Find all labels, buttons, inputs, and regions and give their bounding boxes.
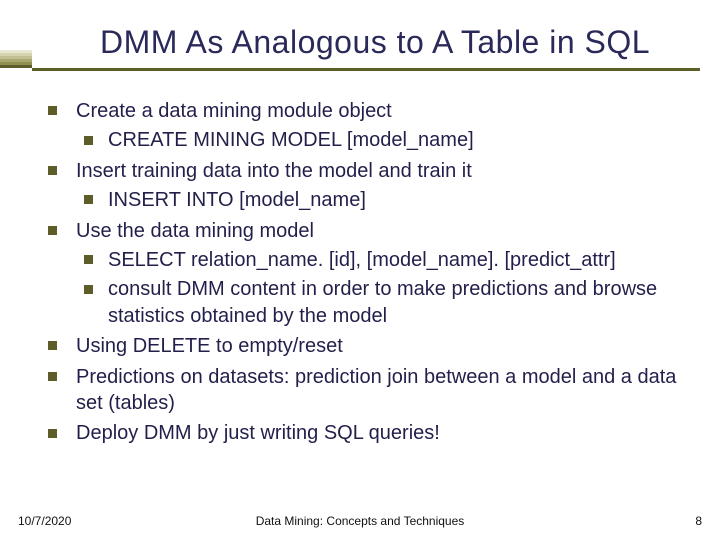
bullet-text: Use the data mining model <box>76 220 314 242</box>
bullet-text: Insert training data into the model and … <box>76 160 472 182</box>
footer: 10/7/2020 Data Mining: Concepts and Tech… <box>0 514 720 528</box>
bullet-item: Insert training data into the model and … <box>48 158 680 214</box>
decorative-bars <box>0 50 32 68</box>
bullet-text: Create a data mining module object <box>76 100 392 122</box>
bullet-item: Predictions on datasets: prediction join… <box>48 364 680 417</box>
bullet-item: Deploy DMM by just writing SQL queries! <box>48 420 680 446</box>
sub-bullet-item: CREATE MINING MODEL [model_name] <box>76 127 680 153</box>
title-area: DMM As Analogous to A Table in SQL <box>32 24 700 61</box>
bullet-text: Deploy DMM by just writing SQL queries! <box>76 422 440 444</box>
slide-body: Create a data mining module object CREAT… <box>48 98 680 451</box>
sub-bullet-text: CREATE MINING MODEL [model_name] <box>108 129 474 151</box>
bullet-text: Predictions on datasets: prediction join… <box>76 366 676 414</box>
footer-date: 10/7/2020 <box>18 514 71 528</box>
bullet-text: Using DELETE to empty/reset <box>76 335 343 357</box>
slide: DMM As Analogous to A Table in SQL Creat… <box>0 0 720 540</box>
sub-bullet-text: INSERT INTO [model_name] <box>108 189 366 211</box>
footer-page-number: 8 <box>695 514 702 528</box>
sub-bullet-item: INSERT INTO [model_name] <box>76 187 680 213</box>
sub-bullet-text: SELECT relation_name. [id], [model_name]… <box>108 249 616 271</box>
bullet-item: Use the data mining model SELECT relatio… <box>48 218 680 330</box>
sub-bullet-item: consult DMM content in order to make pre… <box>76 276 680 329</box>
footer-title: Data Mining: Concepts and Techniques <box>0 514 720 528</box>
title-rule <box>32 68 700 71</box>
bullet-item: Using DELETE to empty/reset <box>48 333 680 359</box>
bullet-item: Create a data mining module object CREAT… <box>48 98 680 154</box>
slide-title: DMM As Analogous to A Table in SQL <box>32 24 660 61</box>
sub-bullet-text: consult DMM content in order to make pre… <box>108 278 657 326</box>
sub-bullet-item: SELECT relation_name. [id], [model_name]… <box>76 247 680 273</box>
